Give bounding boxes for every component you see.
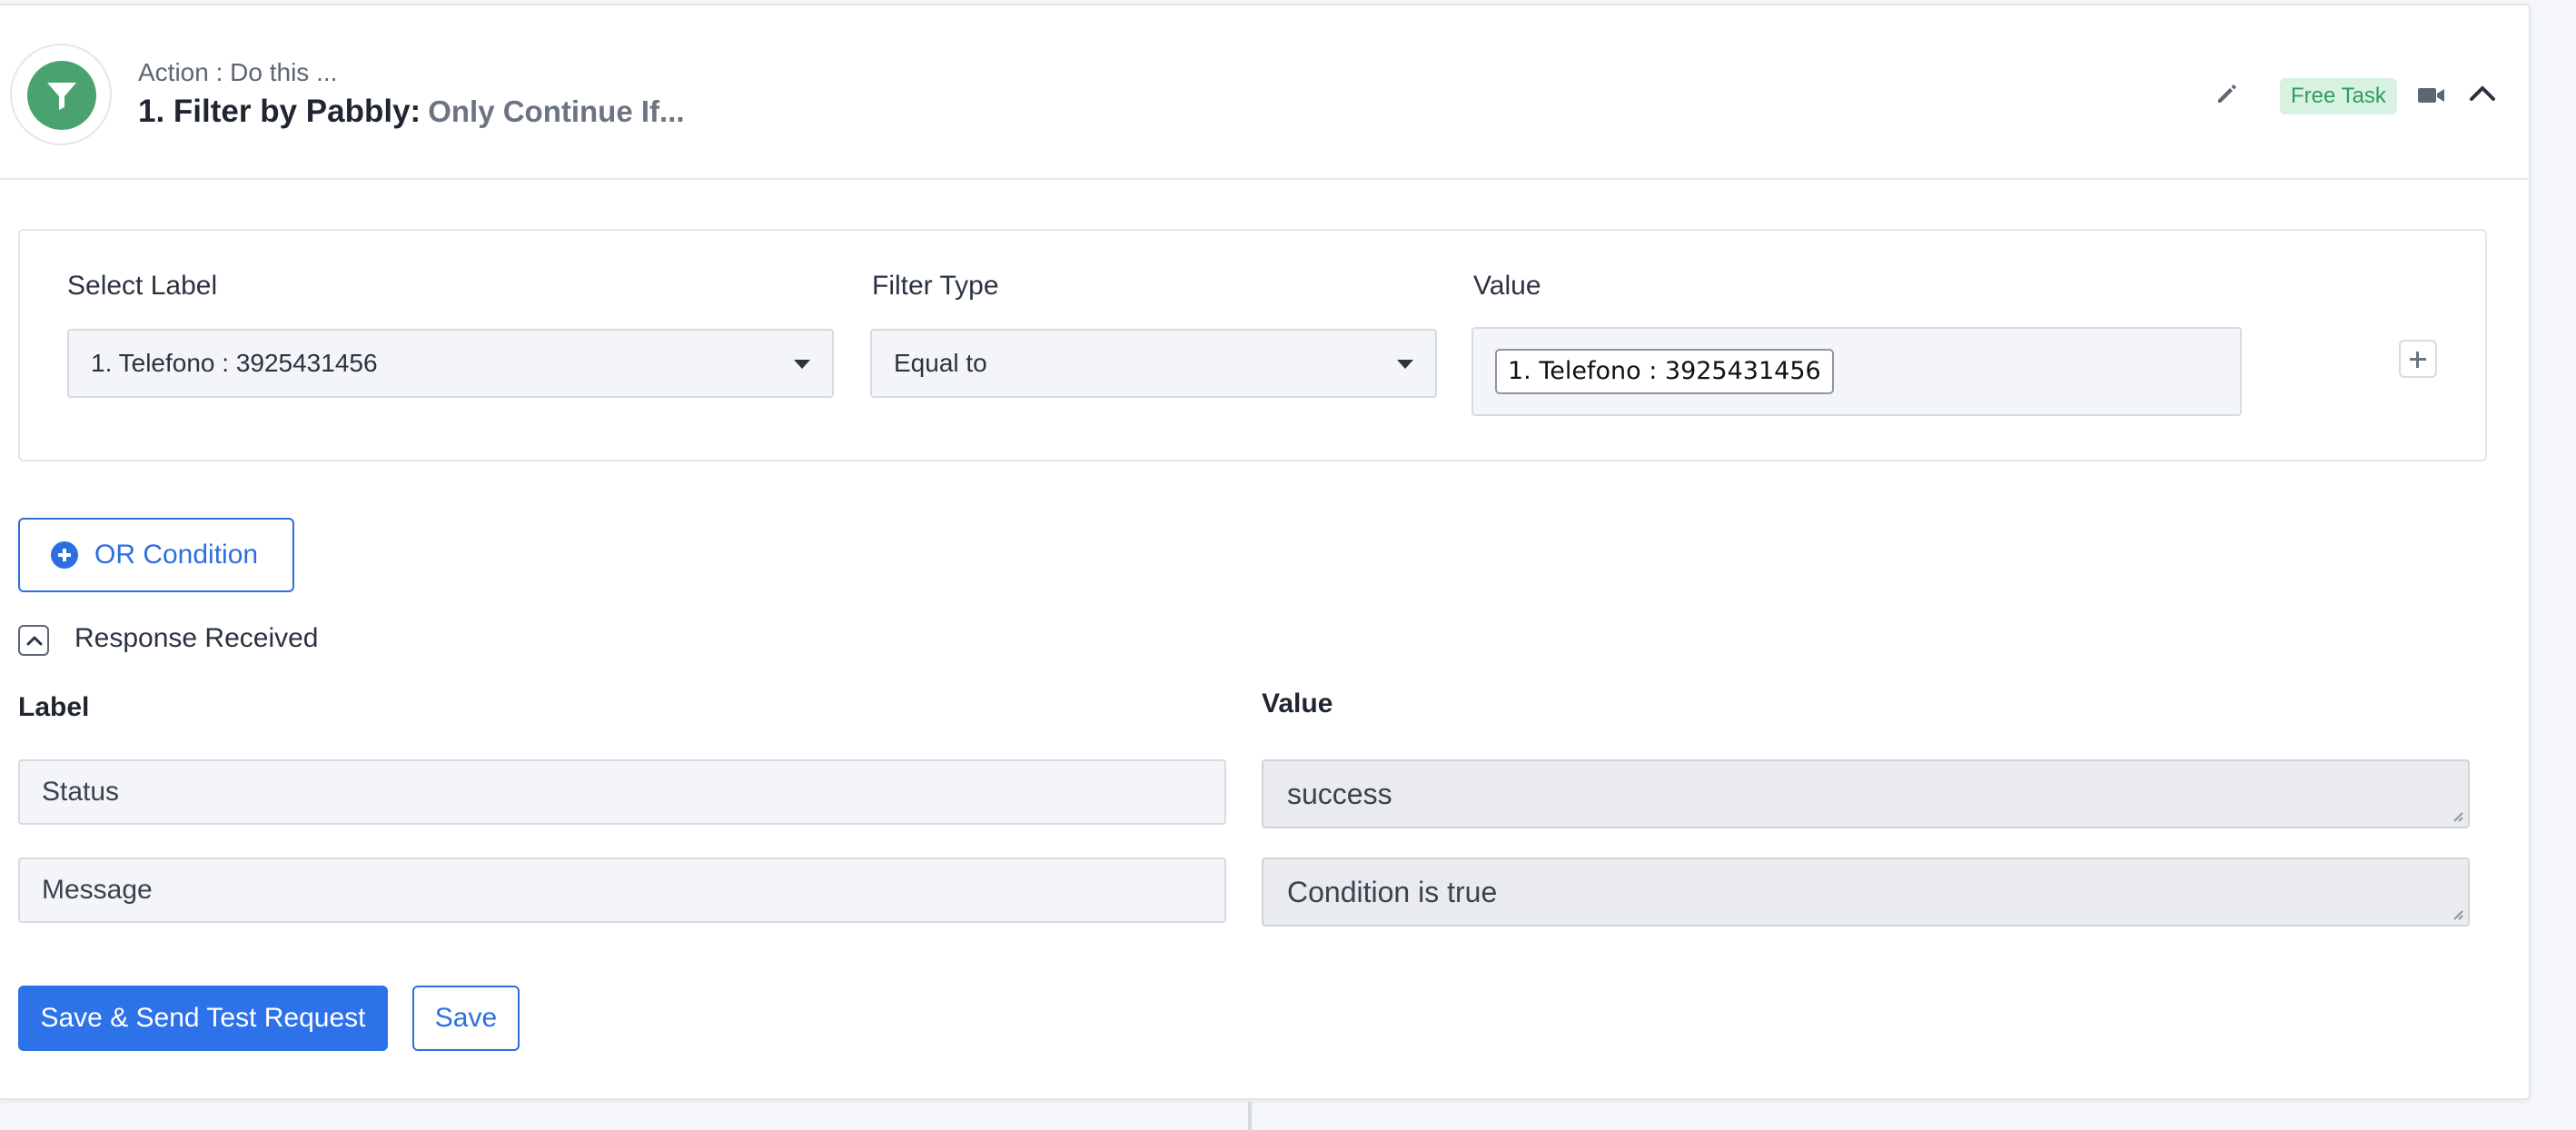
or-condition-label: OR Condition bbox=[94, 540, 259, 570]
response-received-title: Response Received bbox=[74, 623, 319, 653]
step-app-name: 1. Filter by Pabbly: bbox=[138, 94, 421, 129]
free-task-badge: Free Task bbox=[2280, 78, 2397, 114]
response-row-value[interactable]: success bbox=[1262, 759, 2470, 828]
response-row-value[interactable]: Condition is true bbox=[1262, 857, 2470, 927]
resize-grip-icon[interactable] bbox=[2450, 907, 2464, 921]
value-heading: Value bbox=[1473, 271, 1541, 301]
response-value-header: Value bbox=[1262, 689, 1333, 719]
action-step-card: Action : Do this ... 1. Filter by Pabbly… bbox=[0, 4, 2531, 1100]
collapse-step-button[interactable] bbox=[2467, 80, 2498, 107]
filter-icon bbox=[47, 83, 76, 110]
response-row-label: Message bbox=[18, 857, 1226, 923]
filter-type-heading: Filter Type bbox=[872, 271, 999, 301]
chevron-up-icon bbox=[2470, 86, 2495, 101]
filter-app-icon bbox=[27, 61, 96, 130]
app-icon-ring bbox=[10, 44, 112, 145]
filter-type-dropdown[interactable]: Equal to bbox=[870, 329, 1437, 398]
step-connector-line bbox=[1248, 1102, 1252, 1130]
filter-type-value: Equal to bbox=[894, 349, 987, 377]
save-button[interactable]: Save bbox=[412, 986, 520, 1051]
edit-step-button[interactable] bbox=[2213, 80, 2240, 107]
chevron-up-icon bbox=[26, 636, 43, 646]
save-and-send-test-request-button[interactable]: Save & Send Test Request bbox=[18, 986, 388, 1051]
response-toggle-button[interactable] bbox=[18, 625, 49, 656]
add-condition-button[interactable] bbox=[2399, 340, 2437, 378]
value-input[interactable]: 1. Telefono : 3925431456 bbox=[1471, 327, 2242, 416]
step-kicker: Action : Do this ... bbox=[138, 58, 338, 86]
pencil-icon bbox=[2218, 84, 2236, 103]
video-tutorial-button[interactable] bbox=[2416, 82, 2447, 109]
response-value-text: success bbox=[1287, 778, 1392, 810]
response-row-label: Status bbox=[18, 759, 1226, 825]
value-token[interactable]: 1. Telefono : 3925431456 bbox=[1495, 349, 1834, 394]
response-value-text: Condition is true bbox=[1287, 876, 1498, 908]
select-label-dropdown[interactable]: 1. Telefono : 3925431456 bbox=[67, 329, 834, 398]
filter-condition-box: Select Label 1. Telefono : 3925431456 Fi… bbox=[18, 229, 2487, 461]
or-condition-button[interactable]: OR Condition bbox=[18, 518, 294, 592]
step-title: 1. Filter by Pabbly: Only Continue If... bbox=[138, 94, 685, 130]
video-camera-icon bbox=[2418, 88, 2444, 103]
select-label-heading: Select Label bbox=[67, 271, 218, 301]
caret-down-icon bbox=[1397, 360, 1413, 369]
resize-grip-icon[interactable] bbox=[2450, 808, 2464, 823]
step-header[interactable]: Action : Do this ... 1. Filter by Pabbly… bbox=[0, 5, 2529, 180]
plus-circle-icon bbox=[51, 541, 78, 569]
caret-down-icon bbox=[794, 360, 810, 369]
response-label-header: Label bbox=[18, 692, 90, 722]
step-event-name: Only Continue If... bbox=[428, 94, 685, 128]
select-label-value: 1. Telefono : 3925431456 bbox=[91, 349, 378, 377]
